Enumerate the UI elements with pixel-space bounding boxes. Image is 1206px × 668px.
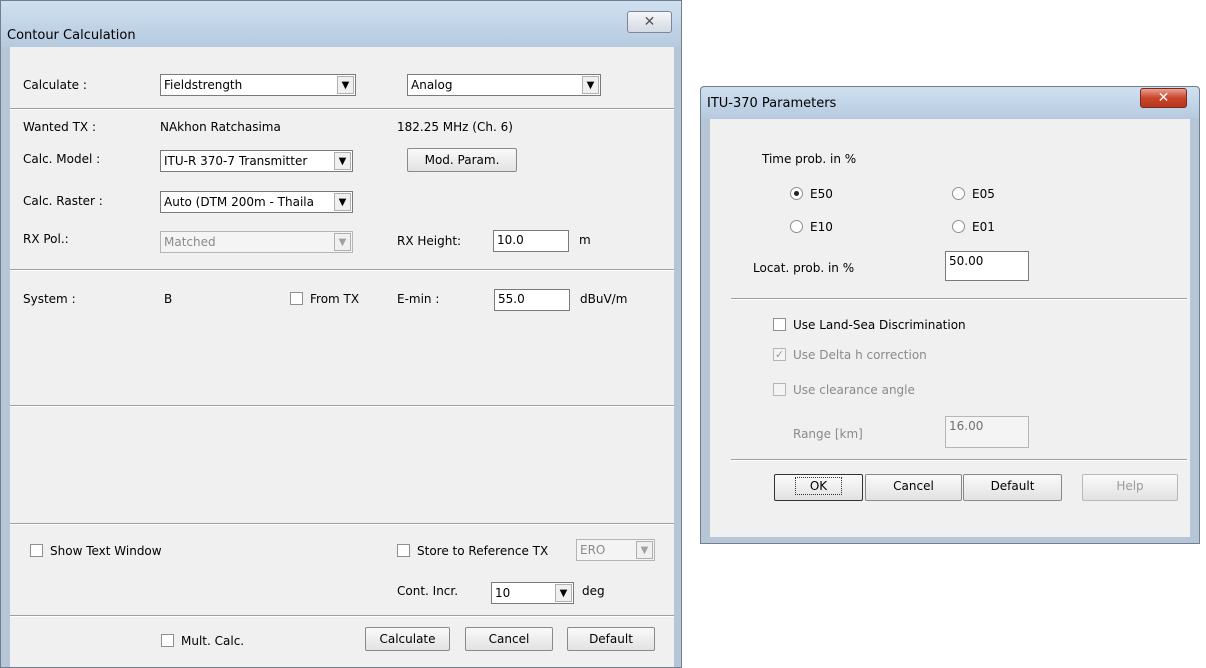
divider [10,523,674,525]
cont-incr-select[interactable]: 10 ▼ [491,582,574,604]
radio-e10[interactable] [790,220,803,233]
delta-h-checkbox: ✓ [773,348,786,361]
radio-selected-dot [794,191,799,196]
radio-e50[interactable] [790,187,803,200]
cont-incr-label: Cont. Incr. [397,584,459,598]
store-ref-select-value: ERO [580,543,606,557]
wanted-tx-value: NAkhon Ratchasima [160,120,281,134]
store-ref-select: ERO ▼ [576,539,655,561]
rx-height-label: RX Height: [397,234,462,248]
divider [731,298,1187,300]
locat-prob-label: Locat. prob. in % [753,261,855,275]
calculate-button[interactable]: Calculate [365,627,450,651]
calc-raster-label: Calc. Raster : [23,194,103,208]
calc-model-select-value: ITU-R 370-7 Transmitter [164,154,308,168]
calculate-select-value: Fieldstrength [164,78,243,92]
cont-incr-select-value: 10 [495,586,511,600]
wanted-tx-label: Wanted TX : [23,120,96,134]
system-label: System : [23,292,76,306]
range-input: 16.00 [945,416,1029,448]
rx-pol-label: RX Pol.: [23,232,69,246]
locat-prob-input[interactable]: 50.00 [945,251,1029,281]
close-button[interactable]: ✕ [1140,88,1187,108]
emin-input[interactable]: 55.0 [494,289,570,311]
contour-calculation-dialog: Contour Calculation ✕ Calculate : Fields… [0,0,682,668]
close-icon: ✕ [643,14,656,30]
mult-calc-checkbox[interactable] [161,634,174,647]
rx-pol-select: Matched ▼ [160,231,353,253]
chevron-down-icon[interactable]: ▼ [334,193,351,211]
emin-label: E-min : [397,292,440,306]
default-button[interactable]: Default [963,474,1062,501]
show-text-window-checkbox[interactable] [30,544,43,557]
clearance-checkbox [773,383,786,396]
chevron-down-icon[interactable]: ▼ [555,584,572,602]
itu-dialog-titlebar[interactable]: ITU-370 Parameters ✕ [701,87,1199,119]
mode-select-value: Analog [411,78,453,92]
divider [731,459,1187,461]
chevron-down-icon: ▼ [334,233,351,251]
chevron-down-icon[interactable]: ▼ [334,152,351,170]
cancel-button[interactable]: Cancel [865,474,962,501]
calc-model-label: Calc. Model : [23,152,101,166]
clearance-label: Use clearance angle [793,383,915,397]
divider [10,405,674,407]
radio-e01-label: E01 [972,220,995,234]
rx-pol-select-value: Matched [164,235,216,249]
mode-select[interactable]: Analog ▼ [407,74,601,96]
system-value: B [164,292,173,306]
calculate-select[interactable]: Fieldstrength ▼ [160,74,356,96]
itu-dialog-body: Time prob. in % E50 E05 E10 E01 Locat. p… [710,119,1190,537]
default-button[interactable]: Default [567,627,655,651]
frequency-value: 182.25 MHz (Ch. 6) [397,120,513,134]
chevron-down-icon: ▼ [636,541,653,559]
radio-e05[interactable] [952,187,965,200]
chevron-down-icon[interactable]: ▼ [582,76,599,94]
divider [10,108,674,110]
store-ref-checkbox[interactable] [397,544,410,557]
divider [10,269,674,271]
divider [10,615,674,617]
rx-height-input[interactable]: 10.0 [493,230,569,252]
land-sea-label: Use Land-Sea Discrimination [793,318,966,332]
radio-e05-label: E05 [972,187,995,201]
radio-e50-label: E50 [810,187,833,201]
contour-dialog-titlebar[interactable]: Contour Calculation ✕ [1,1,681,47]
close-icon: ✕ [1157,90,1170,106]
mult-calc-label: Mult. Calc. [181,634,245,648]
contour-dialog-body: Calculate : Fieldstrength ▼ Analog ▼ Wan… [10,47,674,667]
from-tx-checkbox[interactable] [290,292,303,305]
store-ref-label: Store to Reference TX [417,544,549,558]
from-tx-label: From TX [310,292,360,306]
time-prob-label: Time prob. in % [762,152,857,166]
contour-dialog-title: Contour Calculation [7,28,136,43]
calc-raster-select-value: Auto (DTM 200m - Thaila [164,195,314,209]
check-icon: ✓ [774,348,785,361]
ok-button-label: OK [794,477,843,495]
range-label: Range [km] [793,427,863,441]
radio-e01[interactable] [952,220,965,233]
radio-e10-label: E10 [810,220,833,234]
emin-unit: dBuV/m [580,292,628,306]
chevron-down-icon[interactable]: ▼ [337,76,354,94]
help-button: Help [1082,474,1178,501]
calc-raster-select[interactable]: Auto (DTM 200m - Thaila ▼ [160,191,353,213]
close-button[interactable]: ✕ [627,11,672,33]
mod-param-button[interactable]: Mod. Param. [407,148,517,172]
cancel-button[interactable]: Cancel [465,627,553,651]
delta-h-label: Use Delta h correction [793,348,927,362]
cont-incr-unit: deg [582,584,605,598]
calculate-label: Calculate : [23,78,87,92]
show-text-window-label: Show Text Window [50,544,162,558]
itu-dialog-title: ITU-370 Parameters [707,96,837,111]
calc-model-select[interactable]: ITU-R 370-7 Transmitter ▼ [160,150,353,172]
itu-370-parameters-dialog: ITU-370 Parameters ✕ Time prob. in % E50… [700,86,1200,544]
ok-button[interactable]: OK [774,474,863,501]
rx-height-unit: m [579,233,591,247]
land-sea-checkbox[interactable] [773,318,786,331]
